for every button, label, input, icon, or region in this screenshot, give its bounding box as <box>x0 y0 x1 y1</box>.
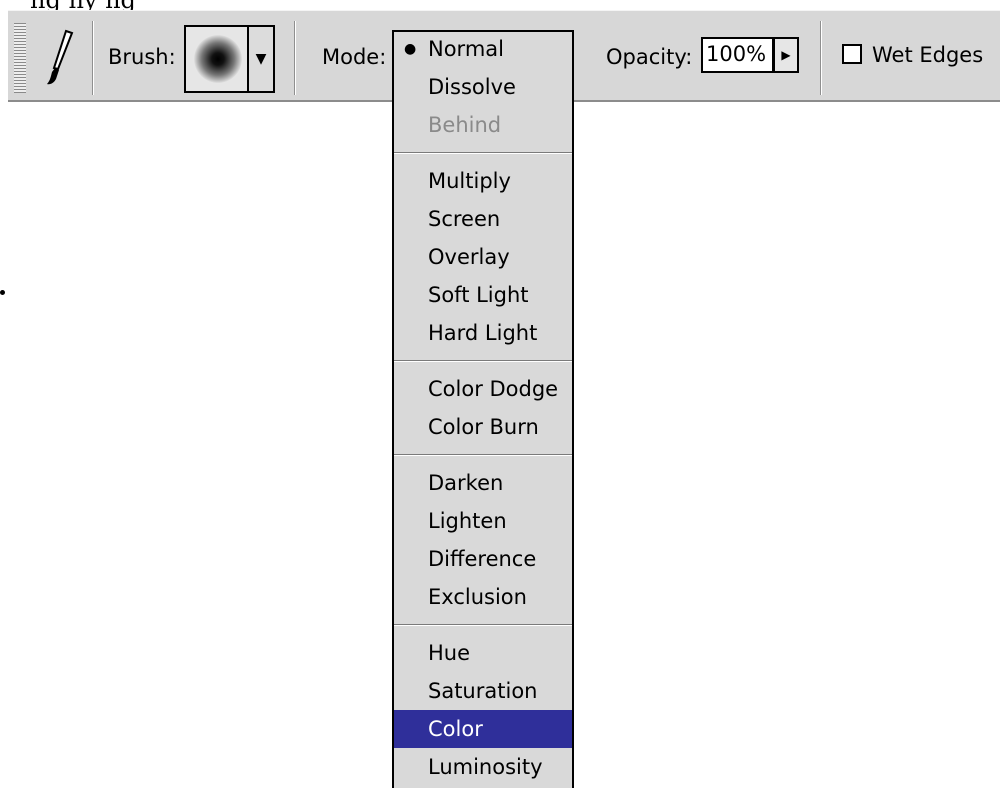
menu-item-label: Normal <box>428 37 504 61</box>
menu-item-overlay[interactable]: Overlay <box>394 238 572 276</box>
menu-separator <box>394 152 572 154</box>
toolbar-separator <box>820 21 822 95</box>
menu-separator <box>394 454 572 456</box>
menu-item-normal[interactable]: ● Normal <box>394 32 572 68</box>
menu-item-hard-light[interactable]: Hard Light <box>394 314 572 352</box>
menu-item-hue[interactable]: Hue <box>394 634 572 672</box>
brush-preview[interactable] <box>184 25 249 93</box>
menu-item-multiply[interactable]: Multiply <box>394 162 572 200</box>
blend-mode-dropdown-menu: ● Normal Dissolve Behind Multiply Screen Overl… <box>392 30 574 788</box>
dropdown-arrow-icon: ▼ <box>255 51 267 67</box>
toolbar-separator <box>92 21 94 95</box>
menu-item-label: Dissolve <box>428 75 516 99</box>
brush-dropdown-button[interactable]: ▼ <box>247 25 275 93</box>
menu-item-label: Hue <box>428 641 471 665</box>
menu-item-color-burn[interactable]: Color Burn <box>394 408 572 446</box>
opacity-label: Opacity: <box>606 45 693 69</box>
menu-item-dissolve[interactable]: Dissolve <box>394 68 572 106</box>
wet-edges-checkbox[interactable] <box>842 44 862 64</box>
stray-dot <box>0 290 5 295</box>
menu-item-saturation[interactable]: Saturation <box>394 672 572 710</box>
menu-item-color-dodge[interactable]: Color Dodge <box>394 370 572 408</box>
menu-item-label: Darken <box>428 471 504 495</box>
toolbar-grip[interactable] <box>14 23 26 93</box>
right-arrow-icon: ▶ <box>781 48 791 62</box>
selected-bullet-icon: ● <box>404 41 417 57</box>
menu-item-label: Behind <box>428 113 502 137</box>
brush-label: Brush: <box>108 45 176 69</box>
menu-item-lighten[interactable]: Lighten <box>394 502 572 540</box>
menu-item-darken[interactable]: Darken <box>394 464 572 502</box>
menu-separator <box>394 624 572 626</box>
soft-brush-icon <box>194 35 242 83</box>
opacity-input[interactable]: 100% <box>701 37 774 73</box>
menu-item-label: Multiply <box>428 169 511 193</box>
menu-item-color[interactable]: Color <box>394 710 572 748</box>
menu-item-label: Color <box>428 717 483 741</box>
menu-item-label: Lighten <box>428 509 507 533</box>
menu-item-difference[interactable]: Difference <box>394 540 572 578</box>
paintbrush-icon <box>36 21 82 91</box>
screen: ng ny ng Brush: ▼ Mode: Opacity: 100% ▶ … <box>0 0 1000 788</box>
menu-item-label: Color Dodge <box>428 377 559 401</box>
menu-item-label: Screen <box>428 207 501 231</box>
menu-item-soft-light[interactable]: Soft Light <box>394 276 572 314</box>
menu-item-label: Difference <box>428 547 537 571</box>
menu-item-screen[interactable]: Screen <box>394 200 572 238</box>
menu-item-luminosity[interactable]: Luminosity <box>394 748 572 786</box>
menu-item-label: Color Burn <box>428 415 539 439</box>
menu-separator <box>394 360 572 362</box>
wet-edges-label: Wet Edges <box>872 43 984 67</box>
menu-item-label: Exclusion <box>428 585 527 609</box>
menu-item-label: Saturation <box>428 679 538 703</box>
menu-item-behind: Behind <box>394 106 572 144</box>
menu-item-exclusion[interactable]: Exclusion <box>394 578 572 616</box>
mode-label: Mode: <box>322 45 387 69</box>
menu-item-label: Soft Light <box>428 283 529 307</box>
menu-item-label: Luminosity <box>428 755 543 779</box>
menu-item-label: Hard Light <box>428 321 538 345</box>
menu-item-label: Overlay <box>428 245 510 269</box>
opacity-slider-button[interactable]: ▶ <box>773 37 799 73</box>
toolbar-separator <box>294 21 296 95</box>
